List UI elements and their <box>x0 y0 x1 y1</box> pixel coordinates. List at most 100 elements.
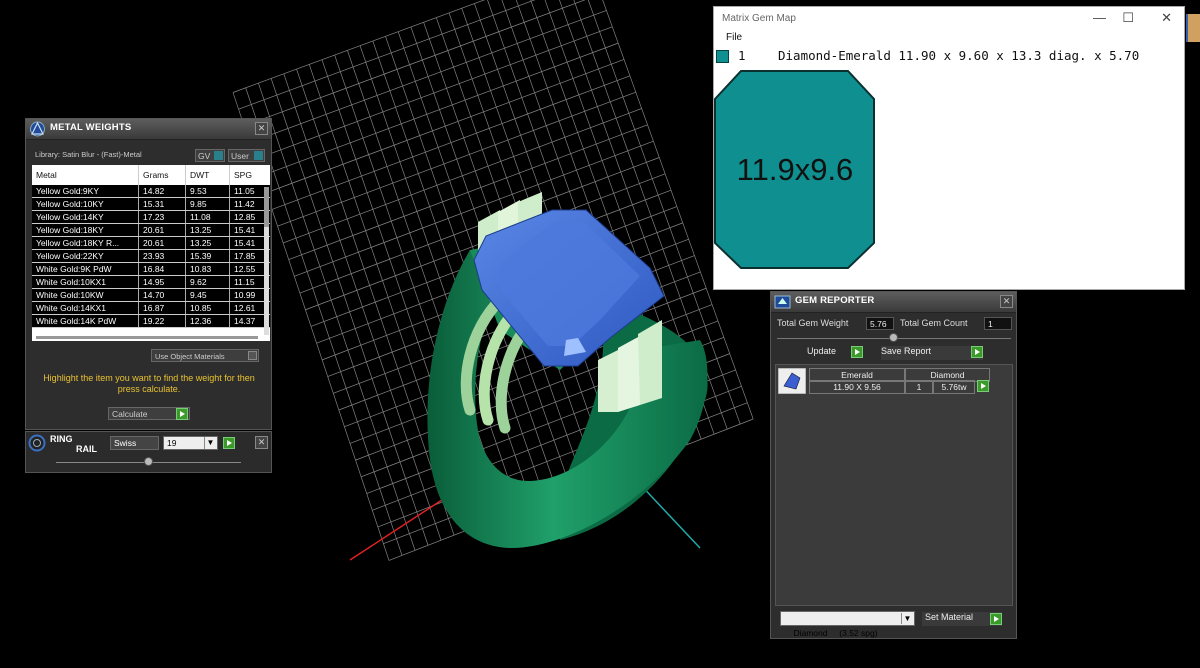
prong <box>618 336 640 412</box>
gem-thumbnail-icon <box>778 368 806 394</box>
minimize-icon[interactable]: — <box>1093 10 1106 25</box>
table-row[interactable]: White Gold:10KX1 14.95 9.62 11.15 <box>32 275 270 289</box>
gem-list-area[interactable] <box>775 364 1013 606</box>
table-row[interactable]: Yellow Gold:14KY 17.23 11.08 12.85 <box>32 210 270 224</box>
table-cell: 9.85 <box>185 197 230 211</box>
grid-line <box>282 108 642 244</box>
apply-size-button[interactable] <box>223 437 235 449</box>
maximize-icon[interactable]: ☐ <box>1122 10 1134 26</box>
grid-line <box>260 42 619 177</box>
horizontal-scrollbar[interactable] <box>36 336 258 339</box>
table-row[interactable]: Yellow Gold:22KY 23.93 15.39 17.85 <box>32 249 270 263</box>
checkbox-icon <box>248 351 257 360</box>
x-axis-line <box>349 495 449 561</box>
desktop-icon-fragment <box>1186 14 1200 42</box>
vertical-scrollbar[interactable] <box>264 187 269 335</box>
close-icon[interactable]: ✕ <box>255 436 268 449</box>
table-cell: 17.23 <box>138 210 186 224</box>
table-row[interactable]: White Gold:14KX1 16.87 10.85 12.61 <box>32 301 270 315</box>
column-header-grams[interactable]: Grams <box>138 165 186 185</box>
table-cell: Yellow Gold:22KY <box>32 249 139 263</box>
table-row[interactable]: Yellow Gold:9KY 14.82 9.53 11.05 <box>32 185 270 198</box>
table-cell: White Gold:14KX1 <box>32 301 139 315</box>
gem-description: Diamond-Emerald 11.90 x 9.60 x 13.3 diag… <box>778 48 1140 63</box>
column-header-metal[interactable]: Metal <box>32 165 139 185</box>
table-row[interactable]: White Gold:14K PdW 19.22 12.36 14.37 <box>32 314 270 328</box>
table-cell: Yellow Gold:9KY <box>32 185 139 198</box>
table-cell: 12.36 <box>185 314 230 328</box>
gem-count-cell: 1 <box>905 380 933 394</box>
table-row[interactable]: Yellow Gold:18KY R... 20.61 13.25 15.41 <box>32 236 270 250</box>
slider-handle[interactable] <box>144 457 153 466</box>
table-cell: 13.25 <box>185 223 230 237</box>
ring-standard-field[interactable]: Swiss <box>110 436 159 450</box>
column-header-dwt[interactable]: DWT <box>185 165 230 185</box>
table-row[interactable]: Yellow Gold:18KY 20.61 13.25 15.41 <box>32 223 270 237</box>
table-cell: Yellow Gold:18KY R... <box>32 236 139 250</box>
total-count-value: 1 <box>984 317 1012 330</box>
use-object-materials-checkbox[interactable]: Use Object Materials <box>151 349 259 362</box>
table-cell: 14.95 <box>138 275 186 289</box>
set-material-button[interactable]: Set Material <box>922 612 1002 626</box>
ring-size-dropdown[interactable]: 19 ▼ <box>163 436 218 450</box>
close-icon[interactable]: ✕ <box>255 122 268 135</box>
table-cell: Yellow Gold:10KY <box>32 197 139 211</box>
table-cell: 10.85 <box>185 301 230 315</box>
gem-reporter-logo-icon <box>774 295 791 309</box>
gv-unit-toggle[interactable]: GV <box>195 149 225 162</box>
table-cell: 16.84 <box>138 262 186 276</box>
table-cell: White Gold:9K PdW <box>32 262 139 276</box>
table-cell: 9.45 <box>185 288 230 302</box>
chevron-down-icon: ▼ <box>901 613 913 624</box>
prong <box>638 320 662 405</box>
gem-reporter-titlebar[interactable]: GEM REPORTER ✕ <box>771 292 1016 313</box>
scroll-thumb[interactable] <box>264 187 269 227</box>
table-header-row: Metal Grams DWT SPG <box>32 165 270 185</box>
column-header-spg[interactable]: SPG <box>229 165 270 185</box>
gem-row[interactable]: Emerald Diamond 11.90 X 9.56 1 5.76tw <box>778 368 992 394</box>
table-cell: White Gold:10KW <box>32 288 139 302</box>
metal-weights-titlebar[interactable]: METAL WEIGHTS ✕ <box>26 119 271 140</box>
close-icon[interactable]: ✕ <box>1161 10 1172 26</box>
gem-color-swatch <box>716 50 729 63</box>
close-icon[interactable]: ✕ <box>1000 295 1013 308</box>
metal-weights-title: METAL WEIGHTS <box>50 122 132 133</box>
metal-weights-panel: METAL WEIGHTS ✕ Library: Satin Blur - (F… <box>25 118 272 430</box>
user-unit-toggle[interactable]: User <box>228 149 265 162</box>
gem-index: 1 <box>738 48 746 63</box>
menu-file[interactable]: File <box>726 32 742 43</box>
table-cell: 9.62 <box>185 275 230 289</box>
gem-row-play-button[interactable] <box>977 380 989 392</box>
grid-line <box>277 91 636 227</box>
table-cell: 14.82 <box>138 185 186 198</box>
calculate-button[interactable]: Calculate <box>108 407 190 420</box>
toggle-icon <box>214 151 223 160</box>
table-cell: 16.87 <box>138 301 186 315</box>
table-cell: 11.08 <box>185 210 230 224</box>
divider-handle[interactable] <box>889 333 898 342</box>
gem-size-cell: 11.90 X 9.56 <box>809 380 905 394</box>
ring-rail-panel: RING RAIL Swiss 19 ▼ ✕ <box>25 431 272 473</box>
grid-line <box>271 75 631 210</box>
table-cell: 13.25 <box>185 236 230 250</box>
ring-rail-icon <box>28 434 46 452</box>
total-weight-value: 5.76 <box>866 317 894 330</box>
matrix-logo-icon <box>30 121 45 137</box>
ring-model[interactable] <box>427 192 708 548</box>
table-cell: 10.83 <box>185 262 230 276</box>
gem-reporter-panel: GEM REPORTER ✕ Total Gem Weight 5.76 Tot… <box>770 291 1017 639</box>
table-cell: 9.53 <box>185 185 230 198</box>
grid-line <box>255 26 613 160</box>
material-select[interactable]: Diamond (3.52 spg) ▼ <box>780 611 915 638</box>
gem-size-label: 11.9x9.6 <box>736 152 854 187</box>
table-row[interactable]: White Gold:10KW 14.70 9.45 10.99 <box>32 288 270 302</box>
chevron-down-icon: ▼ <box>204 437 216 449</box>
metal-table[interactable]: Metal Grams DWT SPG Yellow Gold:9KY 14.82… <box>32 165 270 341</box>
table-cell: White Gold:14K PdW <box>32 314 139 328</box>
table-row[interactable]: Yellow Gold:10KY 15.31 9.85 11.42 <box>32 197 270 211</box>
update-button[interactable]: Update <box>807 346 863 360</box>
table-row[interactable]: White Gold:9K PdW 16.84 10.83 12.55 <box>32 262 270 276</box>
table-cell: 14.70 <box>138 288 186 302</box>
save-report-button[interactable]: Save Report <box>881 346 983 360</box>
play-icon <box>851 346 863 358</box>
